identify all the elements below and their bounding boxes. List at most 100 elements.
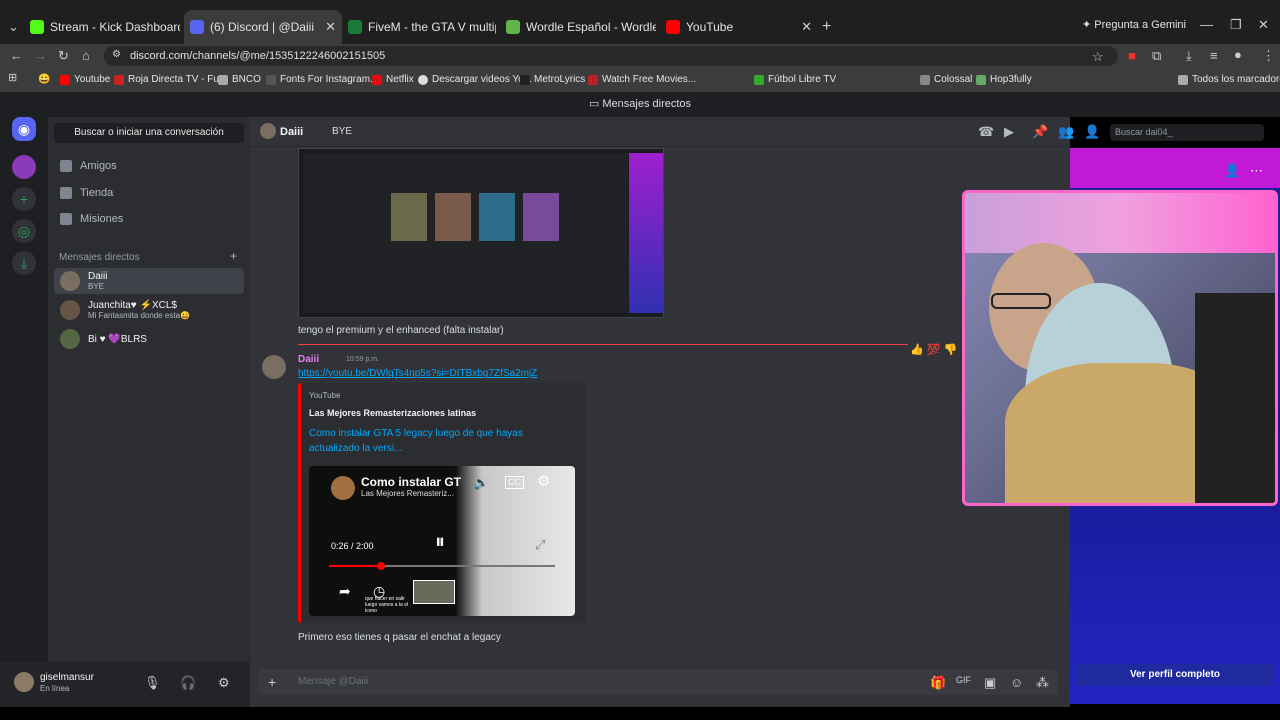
new-tab-icon[interactable]: +: [822, 19, 831, 35]
video-call-icon[interactable]: ▶: [1004, 125, 1014, 138]
tab-kick[interactable]: Stream - Kick Dashboard✕: [30, 14, 180, 40]
extensions-puzzle-icon[interactable]: ⧉: [1152, 49, 1161, 62]
settings-icon[interactable]: ⚙: [537, 474, 550, 489]
netflix-icon: [372, 74, 382, 85]
nav-shop[interactable]: Tienda: [60, 187, 113, 199]
bookmark-metrolyrics[interactable]: MetroLyrics: [520, 74, 585, 85]
minimize-icon[interactable]: —: [1200, 18, 1213, 31]
bookmark-futbol[interactable]: Fútbol Libre TV: [754, 74, 836, 85]
fullscreen-icon[interactable]: ⤢: [535, 538, 545, 551]
bookmark-youtube[interactable]: Youtube: [60, 74, 110, 85]
gif-icon[interactable]: GIF: [956, 676, 971, 685]
download-icon[interactable]: ⤓: [1186, 49, 1192, 62]
apps-grid-icon[interactable]: ⊞: [8, 73, 17, 84]
user-profile-icon[interactable]: 👤: [1084, 125, 1100, 138]
bookmark-descargar[interactable]: Descargar videos Yo...: [418, 74, 532, 85]
progress-track[interactable]: [329, 562, 555, 570]
close-icon[interactable]: ✕: [325, 19, 336, 35]
tab-wordle[interactable]: Wordle Español - Wordle ilimita✕: [506, 14, 656, 40]
shop-icon: [60, 187, 72, 199]
address-bar[interactable]: ⚙ discord.com/channels/@me/1535122246002…: [104, 46, 1118, 66]
message-input[interactable]: + Mensaje @Daiii 🎁 GIF ▣ ☺ ⁂: [258, 669, 1058, 695]
download-apps-icon[interactable]: ⤓: [12, 251, 36, 275]
bookmark-emoji[interactable]: 😀: [38, 74, 50, 85]
settings-gear-icon[interactable]: ⚙: [218, 676, 230, 689]
restore-icon[interactable]: ❐: [1230, 18, 1242, 31]
headphones-icon[interactable]: 🎧: [180, 676, 196, 689]
dm-item-daiii[interactable]: Daiii BYE: [54, 268, 244, 294]
youtube-embed: YouTube Las Mejores Remasterizaciones la…: [298, 383, 586, 623]
tab-youtube[interactable]: YouTube ✕: [666, 14, 812, 40]
add-server-icon[interactable]: +: [12, 187, 36, 211]
bookmark-colossal[interactable]: Colossal: [920, 74, 972, 85]
emoji-icon[interactable]: ☺: [1010, 676, 1023, 689]
colossal-icon: [920, 74, 930, 85]
media-icon[interactable]: ≡: [1210, 49, 1218, 62]
related-thumb[interactable]: [413, 580, 455, 604]
bookmark-netflix[interactable]: Netflix: [372, 74, 414, 85]
tab-search-icon[interactable]: ⌄: [8, 20, 19, 33]
home-icon[interactable]: ⌂: [82, 49, 90, 62]
share-icon[interactable]: ➦: [339, 584, 351, 598]
back-icon[interactable]: ←: [10, 49, 23, 62]
fonts-icon: [266, 74, 276, 85]
microphone-icon[interactable]: 🎙: [144, 676, 161, 689]
close-icon[interactable]: ✕: [801, 19, 812, 35]
progress-thumb[interactable]: [377, 562, 385, 570]
add-friends-icon[interactable]: 👥: [1058, 125, 1074, 138]
add-attachment-icon[interactable]: +: [268, 675, 276, 689]
more-icon[interactable]: ⋯: [1250, 164, 1263, 177]
reaction-icons[interactable]: 👍 💯 👎: [910, 345, 957, 356]
extension-icon[interactable]: ■: [1128, 49, 1136, 62]
image-attachment[interactable]: [298, 148, 664, 318]
full-profile-button[interactable]: Ver perfil completo: [1076, 664, 1274, 686]
search-input[interactable]: Buscar dai04_: [1110, 124, 1264, 141]
close-window-icon[interactable]: ✕: [1258, 18, 1269, 31]
nav-quests[interactable]: Misiones: [60, 213, 123, 225]
tab-fivem[interactable]: FiveM - the GTA V multiplayer m✕: [348, 14, 496, 40]
dm-item-bi[interactable]: Bi ♥ 💜BLRS: [54, 326, 244, 352]
add-friend-icon[interactable]: 👤: [1224, 164, 1240, 177]
message-author[interactable]: Daiii: [298, 354, 319, 365]
message-link[interactable]: https://youtu.be/DWlqTs4np5s?si=DITBxbg7…: [298, 368, 537, 379]
bookmark-watch-free[interactable]: Watch Free Movies...: [588, 74, 696, 85]
bookmark-star-icon[interactable]: ☆: [1092, 50, 1104, 63]
chair: [1195, 293, 1275, 503]
discover-icon[interactable]: ◎: [12, 219, 36, 243]
voice-call-icon[interactable]: ☎: [978, 125, 994, 138]
bookmark-bnco[interactable]: BNCO: [218, 74, 261, 85]
pinned-icon[interactable]: 📌: [1032, 125, 1048, 138]
dm-item-juanchita[interactable]: Juanchita♥ ⚡XCL$ Mi Fantasmita donde esta…: [54, 297, 244, 323]
gemini-button[interactable]: ✦ Pregunta a Gemini: [1082, 20, 1186, 31]
reload-icon[interactable]: ↻: [58, 49, 69, 62]
find-conversation-button[interactable]: Buscar o iniciar una conversación: [54, 123, 244, 143]
discord-home-icon[interactable]: ◉: [12, 117, 36, 141]
message-avatar[interactable]: [262, 355, 286, 379]
captions-icon[interactable]: CC: [505, 476, 524, 489]
apps-icon[interactable]: ⁂: [1036, 676, 1049, 689]
site-info-icon[interactable]: ⚙: [112, 50, 121, 60]
sticker-icon[interactable]: ▣: [984, 676, 996, 689]
menu-kebab-icon[interactable]: ⋮: [1262, 49, 1275, 62]
channel-avatar: [331, 476, 355, 500]
embed-title[interactable]: Como instalar GTA 5 legacy luego de que …: [309, 426, 545, 456]
game-thumb: [391, 193, 427, 241]
profile-avatar-icon[interactable]: ●: [1234, 48, 1242, 61]
bookmark-hop3fully[interactable]: Hop3fully: [976, 74, 1032, 85]
server-icon[interactable]: [12, 155, 36, 179]
embed-author[interactable]: Las Mejores Remasterizaciones latinas: [309, 408, 476, 418]
all-bookmarks[interactable]: Todos los marcadores: [1178, 74, 1280, 85]
create-dm-icon[interactable]: +: [230, 250, 237, 262]
volume-icon[interactable]: 🔊: [473, 476, 489, 489]
video-player[interactable]: Como instalar GT Las Mejores Remasteriz.…: [309, 466, 575, 616]
video-time: 0:26 / 2:00: [331, 541, 374, 551]
tab-discord[interactable]: (6) Discord | @Daiii ✕: [184, 10, 342, 44]
user-avatar[interactable]: [14, 672, 34, 692]
forward-icon[interactable]: →: [34, 49, 47, 62]
bookmark-roja-directa[interactable]: Roja Directa TV - Fu...: [114, 74, 227, 85]
folder-icon: [1178, 74, 1188, 85]
bookmark-fonts[interactable]: Fonts For Instagram...: [266, 74, 378, 85]
pause-icon[interactable]: ⏸: [435, 532, 445, 552]
gift-icon[interactable]: 🎁: [930, 676, 946, 689]
nav-friends[interactable]: Amigos: [60, 160, 117, 172]
